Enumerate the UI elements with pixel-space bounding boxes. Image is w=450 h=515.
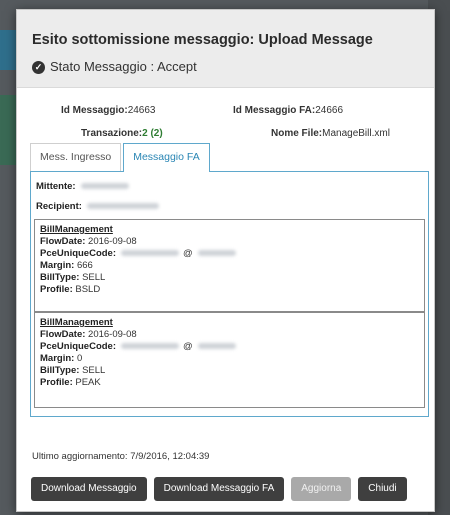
id-messaggio-fa-value: 24666 [315,105,344,116]
id-messaggio-value: 24663 [127,105,156,116]
record-field: Profile: BSLD [40,284,101,295]
record-field: Margin: 0 [40,353,83,364]
id-messaggio-label: Id Messaggio: [61,105,128,116]
modal-header: Esito sottomissione messaggio: Upload Me… [17,10,434,88]
mittente-row: Mittente: [36,181,129,193]
record-field: BillType: SELL [40,272,106,283]
download-messaggio-button[interactable]: Download Messaggio [31,477,147,501]
backdrop-band [0,30,16,70]
modal-title: Esito sottomissione messaggio: Upload Me… [32,32,373,48]
bill-record: BillManagement FlowDate: 2016-09-08 PceU… [34,219,425,312]
record-header: BillManagement [40,224,113,235]
id-messaggio: Id Messaggio:24663 [61,105,156,117]
record-field: FlowDate: 2016-09-08 [40,236,137,247]
tab-panel-messaggio-fa: Mittente: Recipient: BillManagement Flow… [30,171,429,417]
recipient-label: Recipient [36,201,79,212]
redacted-value [197,250,236,257]
record-field: PceUniqueCode: @ [40,341,424,353]
tab-messaggio-fa[interactable]: Messaggio FA [123,143,210,172]
tab-mess-ingresso[interactable]: Mess. Ingresso [30,143,122,171]
modal-footer-buttons: Download Messaggio Download Messaggio FA… [31,477,414,501]
record-field: PceUniqueCode: @ [40,248,424,260]
backdrop-band [0,95,16,165]
nome-file: Nome File:ManageBill.xml [271,128,390,140]
nome-file-label: Nome File: [271,128,323,139]
record-field: Margin: 666 [40,260,93,271]
status-label: Stato Messaggio : Accept [50,59,197,74]
message-info: Id Messaggio:24663 Id Messaggio FA:24666… [17,88,434,140]
last-updated: Ultimo aggiornamento: 7/9/2016, 12:04:39 [32,451,210,462]
nome-file-value: ManageBill.xml [322,128,390,139]
transazione-value: 2 (2) [142,128,163,139]
mittente-label: Mittente [36,181,73,192]
message-tabs: Mess. Ingresso Messaggio FA [30,143,212,172]
aggiorna-button[interactable]: Aggiorna [291,477,352,501]
redacted-value [80,183,129,190]
id-messaggio-fa: Id Messaggio FA:24666 [233,105,343,117]
chiudi-button[interactable]: Chiudi [358,477,407,501]
recipient-row: Recipient: [36,201,159,213]
result-modal: Esito sottomissione messaggio: Upload Me… [16,9,435,512]
message-status: ✓ Stato Messaggio : Accept [32,59,434,75]
record-field: Profile: PEAK [40,377,101,388]
id-messaggio-fa-label: Id Messaggio FA: [233,105,316,116]
redacted-value [197,343,236,350]
download-messaggio-fa-button[interactable]: Download Messaggio FA [153,477,285,501]
record-field: FlowDate: 2016-09-08 [40,329,137,340]
bill-record: BillManagement FlowDate: 2016-09-08 PceU… [34,312,425,408]
record-header: BillManagement [40,317,113,328]
transazione-label: Transazione: [81,128,143,139]
redacted-value [86,203,159,210]
transazione: Transazione:2 (2) [81,128,163,140]
redacted-value [121,343,180,350]
redacted-value [121,250,180,257]
check-circle-icon: ✓ [32,60,45,74]
record-field: BillType: SELL [40,365,106,376]
